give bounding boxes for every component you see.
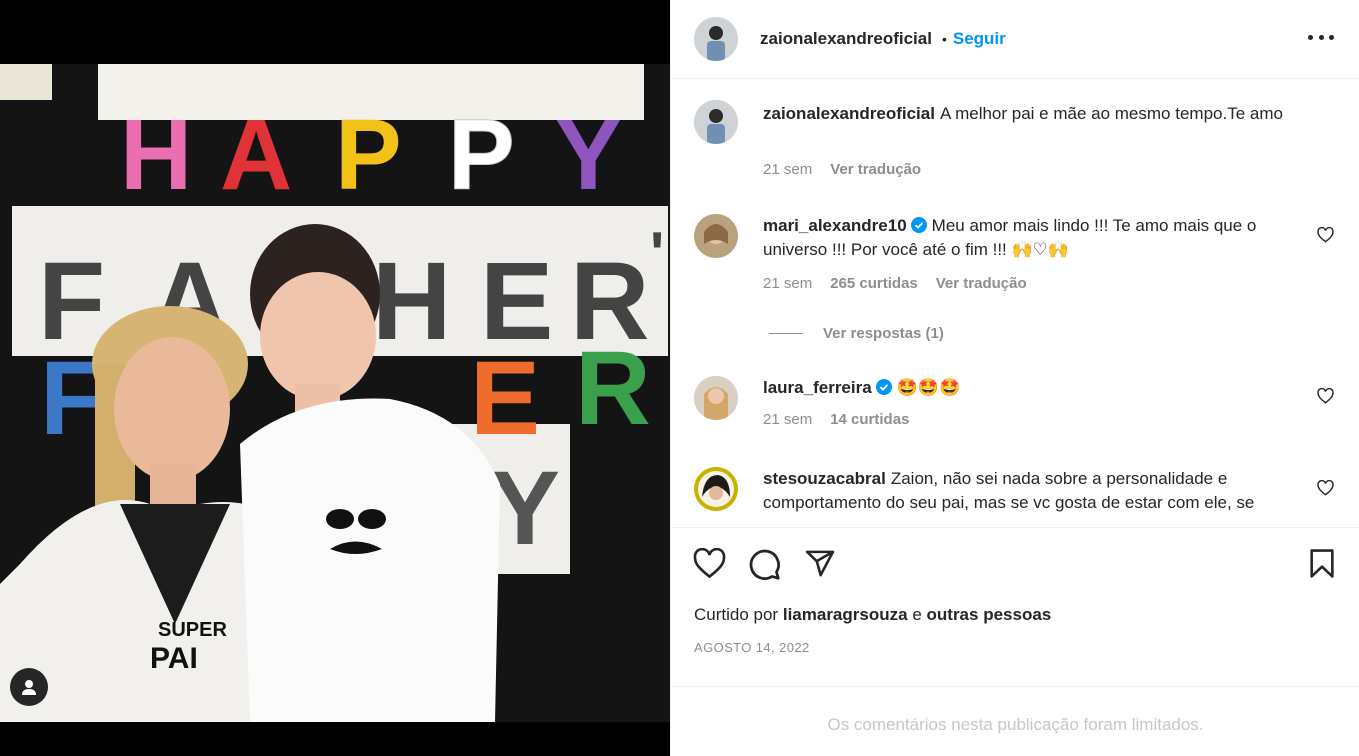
- letter-a: A: [220, 99, 292, 211]
- like-comment-heart-icon[interactable]: [1317, 480, 1334, 496]
- photo-illustration: H A P P Y F A T H E R ' F E R Y: [0, 64, 670, 722]
- comment-username[interactable]: stesouzacabral: [763, 469, 886, 488]
- comment-time[interactable]: 21 sem: [763, 411, 812, 428]
- comment-likes[interactable]: 265 curtidas: [830, 275, 918, 292]
- dot: [1318, 34, 1324, 40]
- letter-h2: H: [372, 240, 451, 363]
- shirt-text-top: SUPER: [158, 619, 227, 641]
- comments-list[interactable]: zaionalexandreoficial A melhor pai e mãe …: [671, 79, 1359, 527]
- liked-username[interactable]: liamaragrsouza: [783, 605, 908, 624]
- share-send-icon[interactable]: [804, 548, 836, 579]
- like-comment-heart-icon[interactable]: [1317, 227, 1334, 243]
- like-heart-icon[interactable]: [693, 548, 726, 579]
- comment-body: laura_ferreira 🤩🤩🤩: [763, 376, 1308, 400]
- author-username[interactable]: zaionalexandreoficial: [760, 29, 932, 49]
- dot: [1308, 34, 1313, 40]
- liked-prefix: Curtido por: [694, 605, 779, 624]
- caption-username[interactable]: zaionalexandreoficial: [763, 104, 935, 123]
- comment-likes[interactable]: 14 curtidas: [830, 411, 909, 428]
- shirt-text-bottom: PAI: [150, 642, 198, 675]
- comment-username[interactable]: laura_ferreira: [763, 378, 872, 397]
- author-avatar[interactable]: [694, 17, 738, 61]
- caption: zaionalexandreoficial A melhor pai e mãe …: [694, 100, 1334, 190]
- avatar-image: [694, 376, 738, 420]
- view-replies-button[interactable]: Ver respostas (1): [769, 325, 944, 342]
- separator-dot: •: [941, 31, 947, 47]
- liked-mid: e: [912, 605, 922, 624]
- translate-link[interactable]: Ver tradução: [830, 161, 921, 178]
- liked-others[interactable]: outras pessoas: [927, 605, 1052, 624]
- post-media: H A P P Y F A T H E R ' F E R Y: [0, 0, 670, 756]
- verified-badge-icon: [910, 217, 927, 233]
- more-options-icon[interactable]: [1308, 27, 1334, 47]
- letter-r3: R: [575, 330, 651, 447]
- like-comment-heart-icon[interactable]: [1317, 388, 1334, 404]
- comment-username[interactable]: mari_alexandre10: [763, 216, 907, 235]
- comment-meta: 21 sem 14 curtidas: [763, 411, 927, 428]
- caption-avatar[interactable]: [694, 100, 738, 144]
- caption-text: A melhor pai e mãe ao mesmo tempo.Te amo: [939, 104, 1283, 123]
- post-details-panel: zaionalexandreoficial • Seguir zaionalex…: [670, 0, 1359, 756]
- post-photo[interactable]: H A P P Y F A T H E R ' F E R Y: [0, 64, 670, 722]
- follow-button[interactable]: Seguir: [953, 29, 1006, 49]
- replies-line: [769, 333, 803, 334]
- letter-p1: P: [335, 99, 402, 211]
- caption-body: zaionalexandreoficial A melhor pai e mãe …: [763, 102, 1308, 126]
- post-header: zaionalexandreoficial • Seguir: [671, 0, 1359, 79]
- comment-body: stesouzacabral Zaion, não sei nada sobre …: [763, 467, 1308, 515]
- liked-by-text: Curtido por liamaragrsouza e outras pess…: [694, 605, 1051, 625]
- view-replies-label: Ver respostas (1): [823, 325, 944, 342]
- verified-badge-icon: [875, 379, 892, 395]
- caption-time[interactable]: 21 sem: [763, 161, 812, 178]
- post-date[interactable]: AGOSTO 14, 2022: [694, 640, 810, 655]
- comment-item: stesouzacabral Zaion, não sei nada sobre …: [694, 467, 1334, 527]
- avatar-image: [694, 214, 738, 258]
- letter-e3: E: [470, 340, 540, 457]
- avatar-image: [694, 17, 738, 61]
- comment-meta: 21 sem 265 curtidas Ver tradução: [763, 275, 1045, 292]
- commenter-avatar[interactable]: [694, 214, 738, 258]
- avatar-image: [694, 100, 738, 144]
- comment-time[interactable]: 21 sem: [763, 275, 812, 292]
- comment-icon[interactable]: [748, 548, 781, 581]
- letter-h: H: [120, 99, 192, 211]
- comment-item: laura_ferreira 🤩🤩🤩 21 sem 14 curtidas: [694, 376, 1334, 446]
- comment-text: 🤩🤩🤩: [896, 378, 961, 397]
- comments-limited-notice: Os comentários nesta publicação foram li…: [671, 686, 1359, 756]
- caption-meta: 21 sem Ver tradução: [763, 161, 939, 178]
- letter-p2: P: [448, 99, 515, 211]
- comment-item: mari_alexandre10 Meu amor mais lindo !!! …: [694, 214, 1334, 374]
- avatar-image: [694, 467, 738, 511]
- dot: [1329, 34, 1334, 40]
- commenter-avatar[interactable]: [694, 467, 738, 511]
- comment-body: mari_alexandre10 Meu amor mais lindo !!! …: [763, 214, 1308, 262]
- letter-apostrophe: ': [650, 220, 664, 287]
- letter-y2: Y: [490, 450, 560, 567]
- post-actions: Curtido por liamaragrsouza e outras pess…: [671, 527, 1359, 686]
- tagged-people-button[interactable]: [10, 668, 48, 706]
- letter-y: Y: [555, 99, 622, 211]
- save-bookmark-icon[interactable]: [1308, 548, 1336, 579]
- user-icon: [22, 680, 36, 695]
- translate-link[interactable]: Ver tradução: [936, 275, 1027, 292]
- commenter-avatar[interactable]: [694, 376, 738, 420]
